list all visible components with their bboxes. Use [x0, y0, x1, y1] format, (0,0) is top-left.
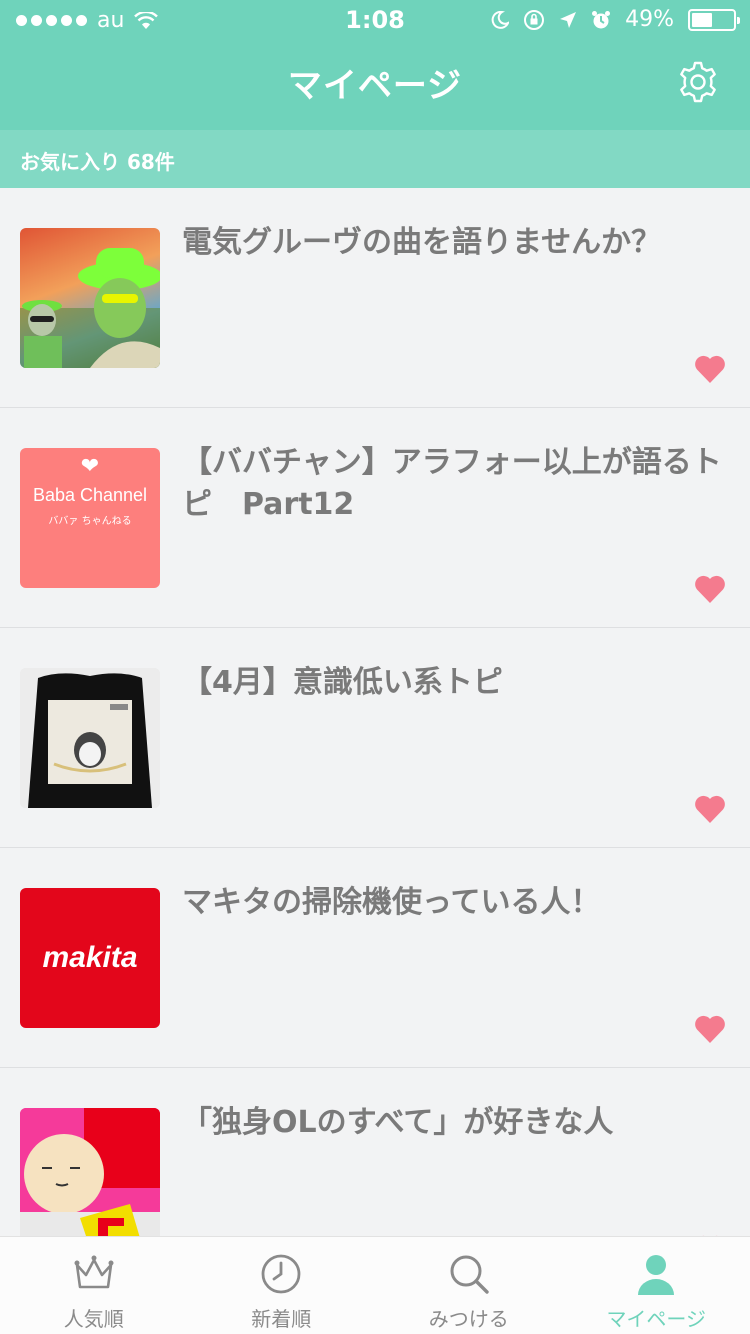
- topic-title: 「独身OLのすべて」が好きな人: [182, 1105, 614, 1140]
- person-icon: [638, 1255, 675, 1295]
- thumb-channel-name: Baba Channel: [32, 485, 148, 505]
- list-item[interactable]: 【4月】意識低い系トピ: [0, 628, 750, 848]
- tab-bar: 人気順 新着順 みつける マイページ: [0, 1236, 750, 1334]
- heart-icon[interactable]: [694, 354, 726, 384]
- topic-thumbnail: [20, 668, 160, 808]
- thumb-heart: ❤: [80, 454, 100, 479]
- tab-label: マイページ: [606, 1307, 707, 1331]
- page-title: マイページ: [287, 66, 463, 106]
- thumb-channel-subtitle: ババァ ちゃんねる: [48, 516, 132, 527]
- battery-icon: [688, 8, 740, 31]
- tab-label: みつける: [428, 1307, 509, 1331]
- topic-thumbnail: [20, 1108, 160, 1248]
- topic-thumbnail: ❤ Baba Channel ババァ ちゃんねる: [20, 448, 160, 588]
- crown-icon: [74, 1255, 114, 1289]
- location-icon: [560, 11, 577, 28]
- topic-thumbnail: makita: [20, 888, 160, 1028]
- topic-thumbnail: [20, 228, 160, 368]
- topic-title: 【4月】意識低い系トピ: [182, 665, 503, 700]
- list-item[interactable]: 電気グルーヴの曲を語りませんか？: [0, 188, 750, 408]
- tab-newest[interactable]: 新着順: [188, 1237, 376, 1334]
- tab-label: 人気順: [63, 1307, 124, 1331]
- list-item[interactable]: makita マキタの掃除機使っている人！: [0, 848, 750, 1068]
- favorites-count-label: お気に入り 68件: [20, 150, 175, 174]
- topic-title: 電気グルーヴの曲を語りませんか？: [182, 225, 662, 260]
- alarm-icon: [592, 10, 611, 28]
- favorites-count-bar: お気に入り 68件: [0, 130, 750, 188]
- topic-title: 【ババチャン】アラフォー以上が語るトピ Part12: [182, 445, 722, 522]
- heart-icon[interactable]: [694, 794, 726, 824]
- search-icon: [450, 1255, 489, 1294]
- tab-search[interactable]: みつける: [375, 1237, 563, 1334]
- heart-icon[interactable]: [694, 1014, 726, 1044]
- clock-icon: [261, 1254, 301, 1294]
- rotation-lock-icon: [524, 9, 545, 30]
- tab-ranking[interactable]: 人気順: [0, 1237, 188, 1334]
- tab-label: 新着順: [251, 1307, 312, 1331]
- makita-logo: makita: [42, 941, 138, 974]
- app-header: au 1:08 49% マイページ: [0, 0, 750, 130]
- topic-title: マキタの掃除機使っている人！: [182, 885, 601, 920]
- status-bar: au 1:08 49%: [0, 0, 750, 40]
- battery-percent: 49%: [625, 7, 674, 32]
- heart-icon[interactable]: [694, 574, 726, 604]
- gear-icon[interactable]: [676, 60, 720, 104]
- moon-icon: [491, 10, 510, 29]
- list-item[interactable]: ❤ Baba Channel ババァ ちゃんねる 【ババチャン】アラフォー以上が…: [0, 408, 750, 628]
- tab-mypage[interactable]: マイページ: [563, 1237, 750, 1334]
- favorites-list: 電気グルーヴの曲を語りませんか？ ❤ Baba Channel ババァ ちゃんね…: [0, 188, 750, 1288]
